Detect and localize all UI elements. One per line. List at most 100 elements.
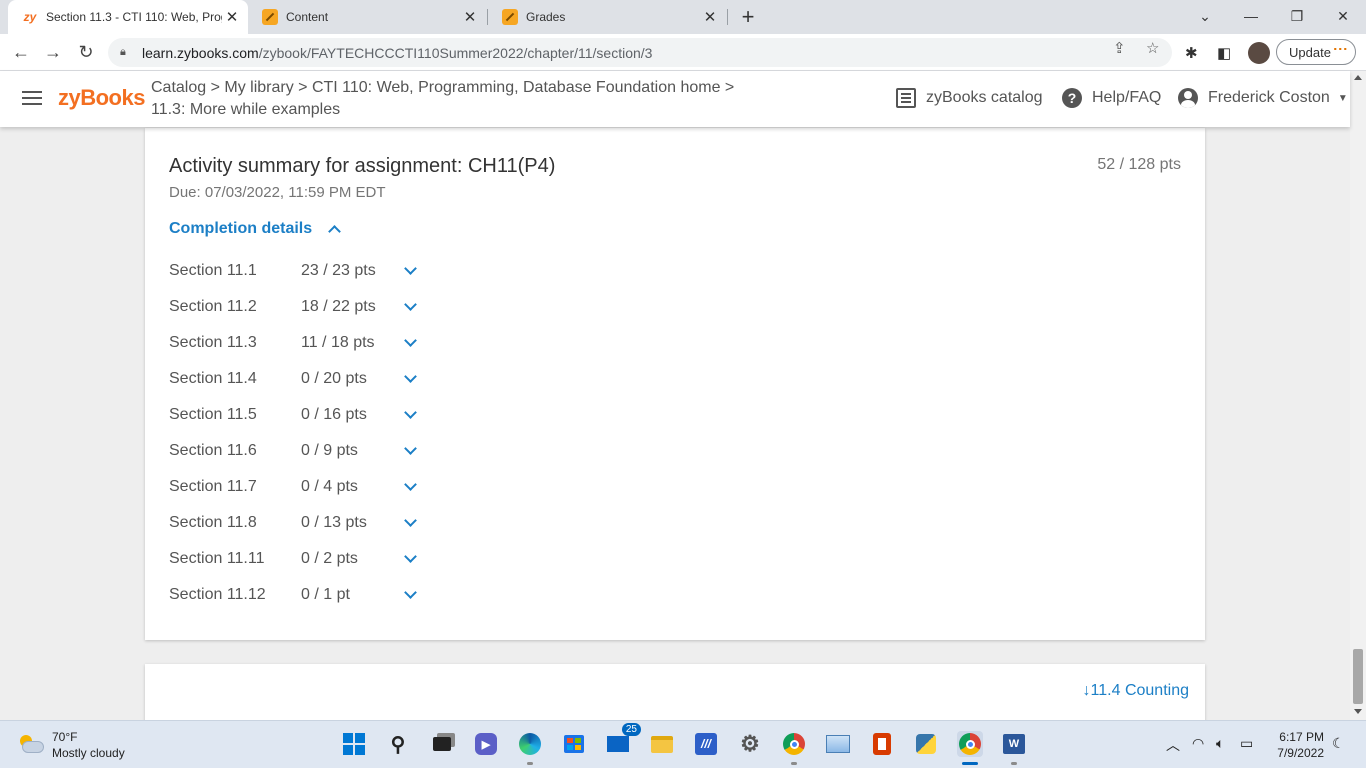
search-icon[interactable]: ⚲	[385, 731, 411, 757]
office-app-icon[interactable]	[869, 731, 895, 757]
tab-title: Section 11.3 - CTI 110: Web, Prog	[46, 10, 222, 24]
section-score: 0 / 4 pts	[301, 478, 358, 495]
wifi-icon[interactable]: ◠	[1192, 735, 1204, 752]
section-row: Section 11.12 0 / 1 pt	[169, 584, 429, 608]
teams-chat-icon[interactable]: ▶	[473, 731, 499, 757]
section-row: Section 11.4 0 / 20 pts	[169, 368, 429, 392]
section-row: Section 11.6 0 / 9 pts	[169, 440, 429, 464]
zoom-app-icon[interactable]: ///	[693, 731, 719, 757]
zybooks-catalog-link[interactable]: zyBooks catalog	[896, 88, 1043, 108]
battery-icon[interactable]: ▭	[1240, 735, 1253, 752]
user-menu[interactable]: Frederick Coston ▼	[1178, 88, 1348, 108]
section-name: Section 11.2	[169, 298, 257, 315]
next-section-link[interactable]: ↓11.4 Counting	[1083, 682, 1189, 700]
due-date: Due: 07/03/2022, 11:59 PM EDT	[169, 184, 386, 201]
zybooks-logo[interactable]: zyBooks	[58, 85, 145, 111]
page-scrollbar[interactable]	[1350, 71, 1366, 720]
next-section-label: 11.4 Counting	[1090, 682, 1189, 699]
tab-section-11-3[interactable]: zy Section 11.3 - CTI 110: Web, Prog ✕	[8, 0, 248, 34]
file-explorer-icon[interactable]	[649, 731, 675, 757]
section-score: 0 / 20 pts	[301, 370, 367, 387]
extensions-puzzle-icon[interactable]: ✱	[1185, 44, 1198, 62]
task-view-icon[interactable]	[429, 731, 455, 757]
activity-summary-card: Activity summary for assignment: CH11(P4…	[145, 128, 1205, 640]
forward-button[interactable]: →	[40, 39, 66, 65]
close-tab-icon[interactable]: ✕	[222, 8, 242, 26]
browser-tab-strip: zy Section 11.3 - CTI 110: Web, Prog ✕ C…	[0, 0, 1366, 34]
tab-grades[interactable]: Grades ✕	[488, 0, 726, 34]
share-icon[interactable]: ⇪	[1113, 39, 1126, 57]
microsoft-store-icon[interactable]	[561, 731, 587, 757]
chevron-down-icon[interactable]	[404, 334, 417, 347]
volume-icon[interactable]: 🔈︎	[1216, 735, 1224, 752]
breadcrumb: Catalog > My library > CTI 110: Web, Pro…	[151, 77, 734, 121]
settings-gear-icon[interactable]: ⚙	[737, 731, 763, 757]
scroll-down-arrow-icon[interactable]	[1354, 709, 1362, 714]
update-label: Update	[1289, 44, 1331, 60]
chevron-down-icon[interactable]	[404, 298, 417, 311]
more-menu-icon: ⋮	[1333, 42, 1349, 55]
back-button[interactable]: ←	[8, 39, 34, 65]
completion-details-toggle[interactable]: Completion details	[169, 220, 341, 238]
scroll-up-arrow-icon[interactable]	[1354, 75, 1362, 80]
chevron-down-icon[interactable]	[404, 262, 417, 275]
system-clock[interactable]: 6:17 PM 7/9/2022	[1268, 729, 1324, 761]
total-points: 52 / 128 pts	[1097, 156, 1181, 173]
edge-browser-icon[interactable]	[517, 731, 543, 765]
profile-avatar[interactable]	[1248, 42, 1270, 64]
tab-search-icon[interactable]: ⌄	[1182, 0, 1228, 34]
help-faq-link[interactable]: ? Help/FAQ	[1062, 88, 1161, 108]
close-window-button[interactable]: ✕	[1320, 0, 1366, 34]
side-panel-icon[interactable]: ◧	[1217, 44, 1231, 62]
chrome-browser-icon[interactable]	[781, 731, 807, 765]
close-tab-icon[interactable]: ✕	[700, 8, 720, 26]
tab-title: Grades	[526, 10, 566, 24]
url-text: learn.zybooks.com/zybook/FAYTECHCCCTI110…	[142, 44, 653, 61]
section-score: 18 / 22 pts	[301, 298, 376, 315]
new-tab-button[interactable]: +	[736, 4, 760, 30]
section-row: Section 11.5 0 / 16 pts	[169, 404, 429, 428]
chevron-down-icon[interactable]	[404, 550, 417, 563]
section-name: Section 11.5	[169, 406, 257, 423]
activity-title: Activity summary for assignment: CH11(P4…	[169, 155, 556, 177]
pencil-favicon-icon	[502, 9, 518, 25]
browser-toolbar: ← → ↻ 🔒︎ learn.zybooks.com/zybook/FAYTEC…	[0, 34, 1366, 71]
chrome-profile-icon[interactable]	[957, 731, 983, 765]
update-button[interactable]: Update ⋮	[1276, 39, 1356, 65]
chevron-down-icon[interactable]	[404, 478, 417, 491]
minimize-button[interactable]: —	[1228, 0, 1274, 34]
bookmark-star-icon[interactable]: ☆	[1146, 39, 1159, 57]
section-score: 0 / 13 pts	[301, 514, 367, 531]
chevron-down-icon[interactable]	[404, 586, 417, 599]
section-row: Section 11.3 11 / 18 pts	[169, 332, 429, 356]
chevron-up-icon	[328, 224, 341, 238]
chevron-down-icon[interactable]	[404, 370, 417, 383]
python-app-icon[interactable]	[913, 731, 939, 757]
reload-button[interactable]: ↻	[73, 39, 99, 65]
start-windows-icon[interactable]	[341, 731, 367, 757]
weather-widget[interactable]: 70°F Mostly cloudy	[18, 729, 125, 761]
menu-hamburger-icon[interactable]	[22, 91, 42, 105]
account-circle-icon	[1178, 88, 1198, 108]
section-name: Section 11.6	[169, 442, 257, 459]
zybooks-header: zyBooks Catalog > My library > CTI 110: …	[0, 71, 1350, 127]
help-label: Help/FAQ	[1092, 89, 1162, 106]
photos-app-icon[interactable]	[825, 731, 851, 757]
close-tab-icon[interactable]: ✕	[460, 8, 480, 26]
section-name: Section 11.7	[169, 478, 257, 495]
arrow-down-icon: ↓	[1082, 682, 1091, 699]
chevron-down-icon[interactable]	[404, 442, 417, 455]
mail-badge: 25	[621, 723, 641, 736]
chevron-down-icon[interactable]	[404, 514, 417, 527]
notifications-moon-icon[interactable]: ☾	[1332, 735, 1345, 752]
tab-content[interactable]: Content ✕	[248, 0, 486, 34]
breadcrumb-path[interactable]: Catalog > My library > CTI 110: Web, Pro…	[151, 77, 734, 99]
word-app-icon[interactable]: W	[1001, 731, 1027, 765]
mail-icon[interactable]: 25	[605, 723, 641, 757]
help-icon: ?	[1062, 88, 1082, 108]
restore-button[interactable]: ❐	[1274, 0, 1320, 34]
show-hidden-icons-chevron-icon[interactable]: ︿	[1166, 735, 1180, 755]
scrollbar-thumb[interactable]	[1353, 649, 1363, 704]
chevron-down-icon[interactable]	[404, 406, 417, 419]
address-bar[interactable]: 🔒︎ learn.zybooks.com/zybook/FAYTECHCCCTI…	[108, 38, 1172, 67]
